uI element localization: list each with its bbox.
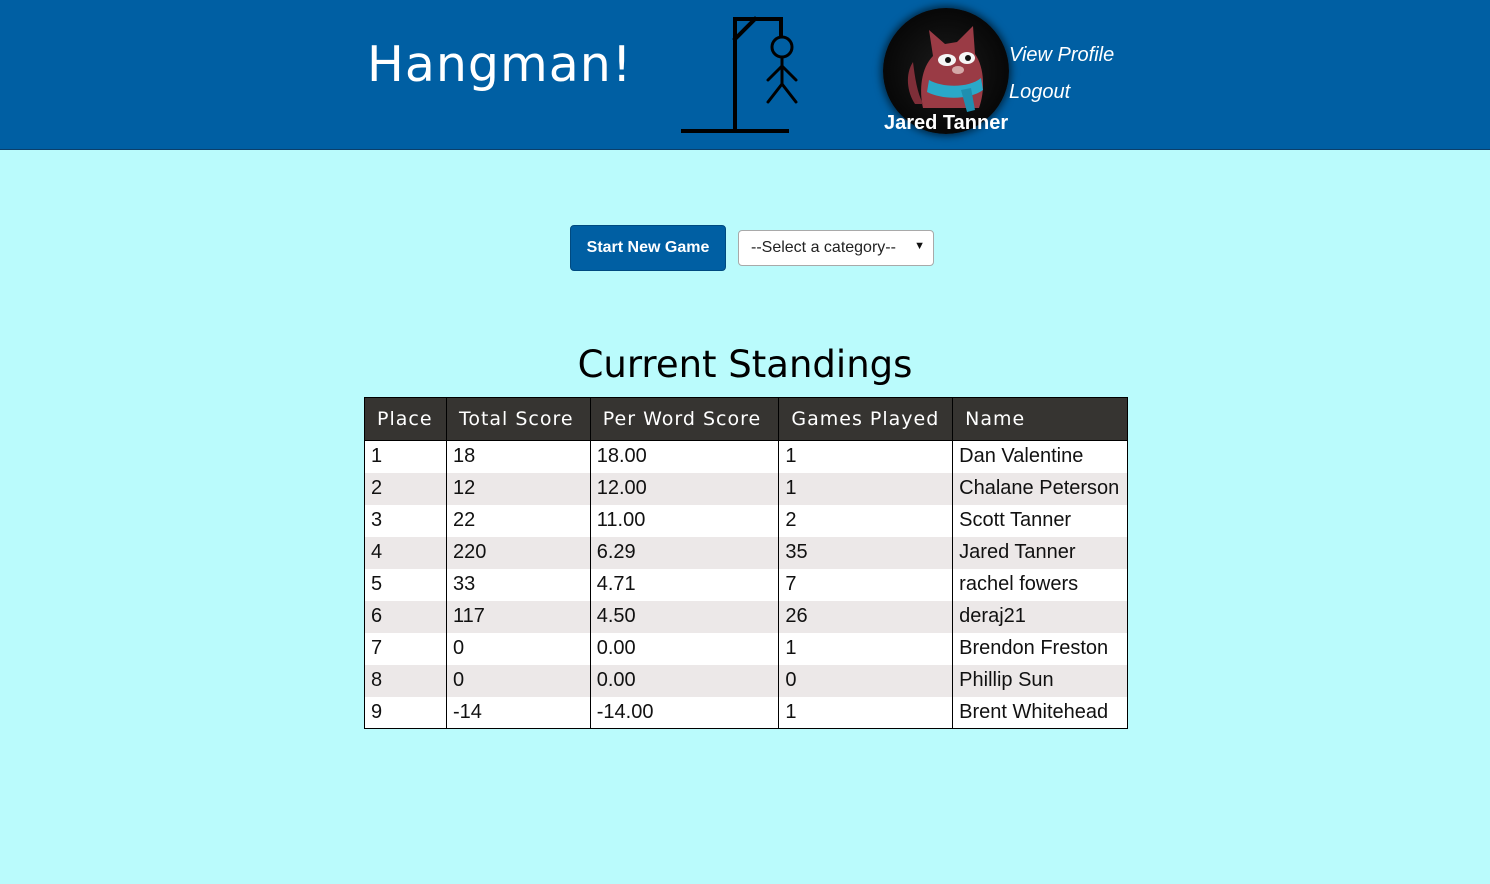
per-word-score-cell: 6.29 bbox=[589, 536, 780, 569]
games-played-cell: 1 bbox=[778, 696, 954, 729]
place-cell: 8 bbox=[364, 664, 447, 697]
total-score-cell: 33 bbox=[445, 568, 591, 601]
column-header-place: Place bbox=[364, 397, 447, 441]
place-cell: 6 bbox=[364, 600, 447, 633]
column-header-name: Name bbox=[952, 397, 1128, 441]
per-word-score-cell: 0.00 bbox=[589, 664, 780, 697]
standings-title: Current Standings bbox=[577, 343, 913, 386]
user-name: Jared Tanner bbox=[884, 112, 1009, 134]
name-cell: Brent Whitehead bbox=[952, 696, 1128, 729]
name-cell: rachel fowers bbox=[952, 568, 1128, 601]
table-row: 2 12 12.00 1 Chalane Peterson bbox=[364, 472, 1128, 505]
column-header-games-played: Games Played bbox=[778, 397, 954, 441]
app-title: Hangman! bbox=[367, 36, 633, 93]
table-row: 4 220 6.29 35 Jared Tanner bbox=[364, 536, 1128, 569]
per-word-score-cell: 12.00 bbox=[589, 472, 780, 505]
total-score-cell: 220 bbox=[445, 536, 591, 569]
table-row: 9 -14 -14.00 1 Brent Whitehead bbox=[364, 696, 1128, 729]
place-cell: 7 bbox=[364, 632, 447, 665]
table-row: 7 0 0.00 1 Brendon Freston bbox=[364, 632, 1128, 665]
games-played-cell: 26 bbox=[778, 600, 954, 633]
name-cell: Jared Tanner bbox=[952, 536, 1128, 569]
logout-link[interactable]: Logout bbox=[1009, 81, 1070, 104]
column-header-total-score: Total Score bbox=[445, 397, 591, 441]
table-row: 1 18 18.00 1 Dan Valentine bbox=[364, 440, 1128, 473]
per-word-score-cell: 18.00 bbox=[589, 440, 780, 473]
hangman-gallows-icon bbox=[681, 16, 798, 133]
standings-table: Place Total Score Per Word Score Games P… bbox=[364, 397, 1128, 729]
site-header: Hangman! Jared Tanner View Profile Logou… bbox=[0, 0, 1490, 150]
total-score-cell: 18 bbox=[445, 440, 591, 473]
place-cell: 1 bbox=[364, 440, 447, 473]
total-score-cell: 117 bbox=[445, 600, 591, 633]
name-cell: Scott Tanner bbox=[952, 504, 1128, 537]
table-row: 3 22 11.00 2 Scott Tanner bbox=[364, 504, 1128, 537]
total-score-cell: -14 bbox=[445, 696, 591, 729]
place-cell: 3 bbox=[364, 504, 447, 537]
total-score-cell: 12 bbox=[445, 472, 591, 505]
place-cell: 9 bbox=[364, 696, 447, 729]
start-new-game-button[interactable]: Start New Game bbox=[570, 225, 726, 271]
place-cell: 5 bbox=[364, 568, 447, 601]
table-row: 5 33 4.71 7 rachel fowers bbox=[364, 568, 1128, 601]
games-played-cell: 2 bbox=[778, 504, 954, 537]
column-header-per-word-score: Per Word Score bbox=[589, 397, 780, 441]
name-cell: deraj21 bbox=[952, 600, 1128, 633]
name-cell: Dan Valentine bbox=[952, 440, 1128, 473]
place-cell: 2 bbox=[364, 472, 447, 505]
name-cell: Phillip Sun bbox=[952, 664, 1128, 697]
games-played-cell: 35 bbox=[778, 536, 954, 569]
category-select-value: --Select a category-- bbox=[751, 239, 896, 256]
standings-header-row: Place Total Score Per Word Score Games P… bbox=[364, 397, 1128, 441]
table-row: 8 0 0.00 0 Phillip Sun bbox=[364, 664, 1128, 697]
category-select[interactable]: --Select a category-- ▼ bbox=[738, 230, 934, 266]
per-word-score-cell: -14.00 bbox=[589, 696, 780, 729]
total-score-cell: 0 bbox=[445, 632, 591, 665]
games-played-cell: 1 bbox=[778, 632, 954, 665]
per-word-score-cell: 4.50 bbox=[589, 600, 780, 633]
chevron-down-icon: ▼ bbox=[914, 240, 925, 252]
per-word-score-cell: 11.00 bbox=[589, 504, 780, 537]
total-score-cell: 0 bbox=[445, 664, 591, 697]
total-score-cell: 22 bbox=[445, 504, 591, 537]
per-word-score-cell: 0.00 bbox=[589, 632, 780, 665]
games-played-cell: 1 bbox=[778, 472, 954, 505]
name-cell: Chalane Peterson bbox=[952, 472, 1128, 505]
name-cell: Brendon Freston bbox=[952, 632, 1128, 665]
per-word-score-cell: 4.71 bbox=[589, 568, 780, 601]
view-profile-link[interactable]: View Profile bbox=[1009, 44, 1114, 67]
games-played-cell: 0 bbox=[778, 664, 954, 697]
place-cell: 4 bbox=[364, 536, 447, 569]
games-played-cell: 1 bbox=[778, 440, 954, 473]
games-played-cell: 7 bbox=[778, 568, 954, 601]
table-row: 6 117 4.50 26 deraj21 bbox=[364, 600, 1128, 633]
